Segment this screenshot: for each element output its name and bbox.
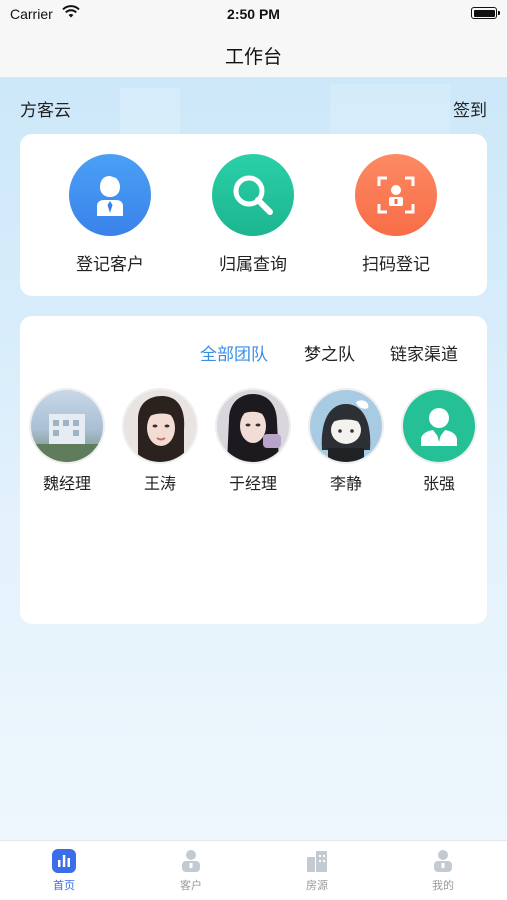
tab-lianjia-channel[interactable]: 链家渠道 [390,340,458,365]
tab-listings[interactable]: 房源 [277,849,357,893]
scan-icon [355,154,437,236]
tab-label: 我的 [432,879,454,892]
ownership-query-button[interactable]: 归属查询 [188,154,318,275]
brand-name: 方客云 [20,101,71,121]
member-name: 李静 [329,474,362,493]
avatar [124,390,196,462]
customer-icon [179,849,203,873]
action-label: 扫码登记 [362,255,430,275]
quick-actions-card: 登记客户 归属查询 扫码登记 [20,134,487,296]
page-title: 工作台 [224,46,282,68]
member-item[interactable]: 于经理 [213,390,293,494]
member-item[interactable]: 王涛 [120,390,200,494]
default-user-icon [403,390,475,462]
person-tie-icon [69,154,151,236]
tab-label: 首页 [53,879,75,892]
tab-dream-team[interactable]: 梦之队 [304,340,355,365]
avatar [310,390,382,462]
tab-customers[interactable]: 客户 [151,849,231,893]
member-name: 王涛 [143,474,176,493]
team-card: 全部团队 梦之队 链家渠道 魏经理 王涛 于经理 李静 张强 [20,316,487,624]
member-name: 张强 [422,474,455,493]
member-name: 于经理 [228,474,277,493]
scan-register-button[interactable]: 扫码登记 [331,154,461,275]
tab-label: 客户 [180,879,202,892]
avatar [31,390,103,462]
avatar [217,390,289,462]
chart-icon [52,849,76,873]
member-item[interactable]: 魏经理 [27,390,107,494]
status-bar: Carrier 2:50 PM [0,0,507,30]
register-customer-button[interactable]: 登记客户 [45,154,175,275]
checkin-button[interactable]: 签到 [453,96,487,121]
status-time: 2:50 PM [227,6,280,22]
member-item[interactable]: 张强 [399,390,479,494]
background-decoration [120,88,180,138]
tab-label: 房源 [306,879,328,892]
member-item[interactable]: 李静 [306,390,386,494]
search-icon [212,154,294,236]
building-icon [305,849,329,873]
bottom-tab-bar: 首页 客户 房源 我的 [0,840,507,900]
action-label: 登记客户 [76,255,144,275]
tab-home[interactable]: 首页 [24,849,104,893]
profile-icon [431,849,455,873]
action-label: 归属查询 [219,255,287,275]
tab-profile[interactable]: 我的 [403,849,483,893]
navigation-bar: 工作台 [0,30,507,78]
battery-icon [471,7,500,19]
member-name: 魏经理 [42,474,91,493]
tab-all-teams[interactable]: 全部团队 [200,340,268,365]
